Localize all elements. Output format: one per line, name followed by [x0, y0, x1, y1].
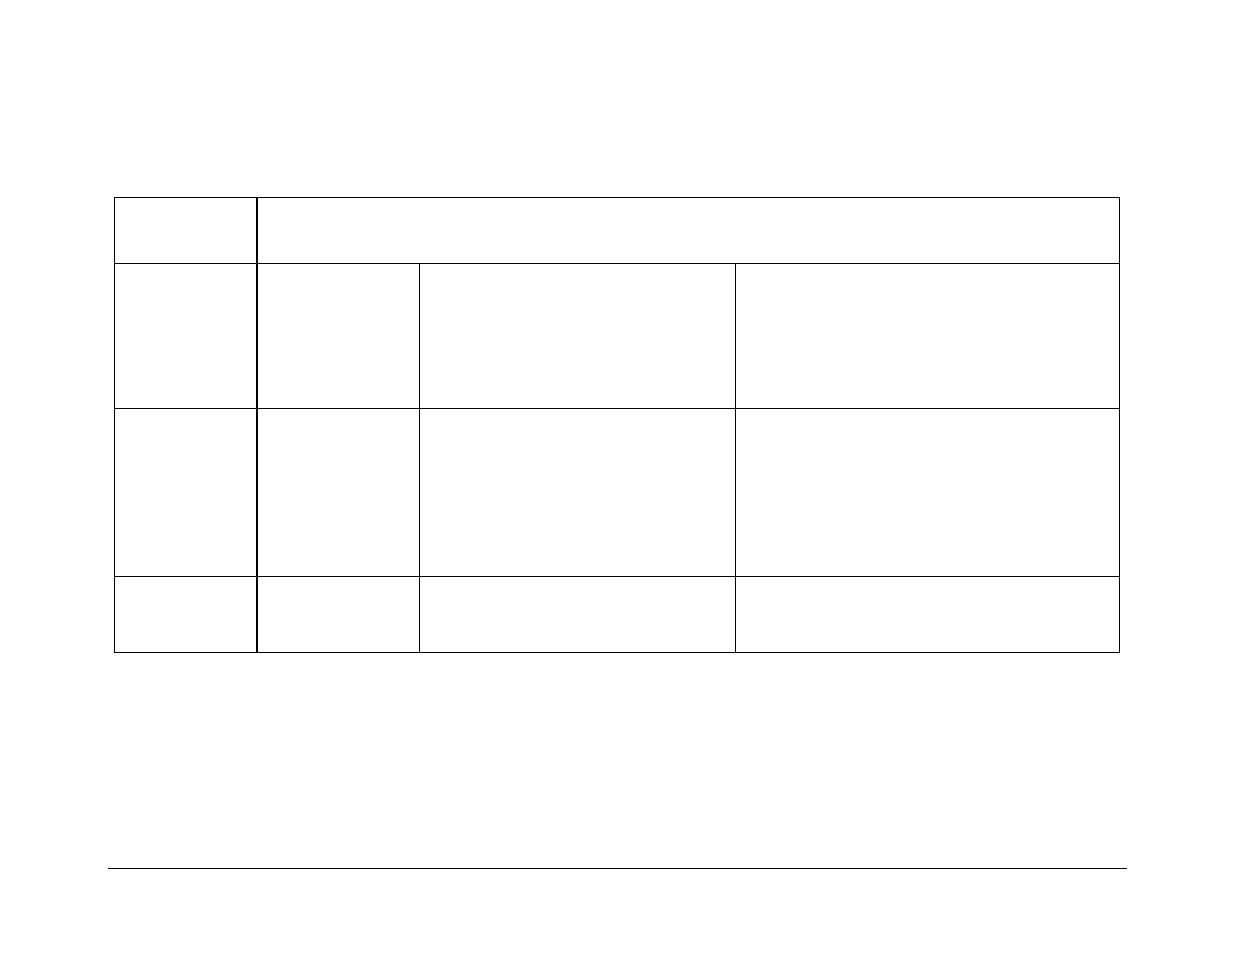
table-row: [115, 577, 1120, 653]
table-row: [115, 198, 1120, 264]
table-cell: [115, 264, 257, 409]
table-cell: [420, 409, 736, 577]
table-row: [115, 264, 1120, 409]
table-row: [115, 409, 1120, 577]
table-cell: [257, 264, 420, 409]
layout-table: [114, 197, 1120, 653]
table-cell: [115, 198, 257, 264]
footer-divider: [108, 868, 1127, 869]
table-cell: [736, 577, 1120, 653]
table-cell: [257, 577, 420, 653]
page: [0, 0, 1235, 954]
table-cell: [257, 409, 420, 577]
table-cell: [736, 264, 1120, 409]
table-cell: [257, 198, 1120, 264]
table-cell: [736, 409, 1120, 577]
table-cell: [420, 577, 736, 653]
table-cell: [115, 577, 257, 653]
table-cell: [420, 264, 736, 409]
table-cell: [115, 409, 257, 577]
